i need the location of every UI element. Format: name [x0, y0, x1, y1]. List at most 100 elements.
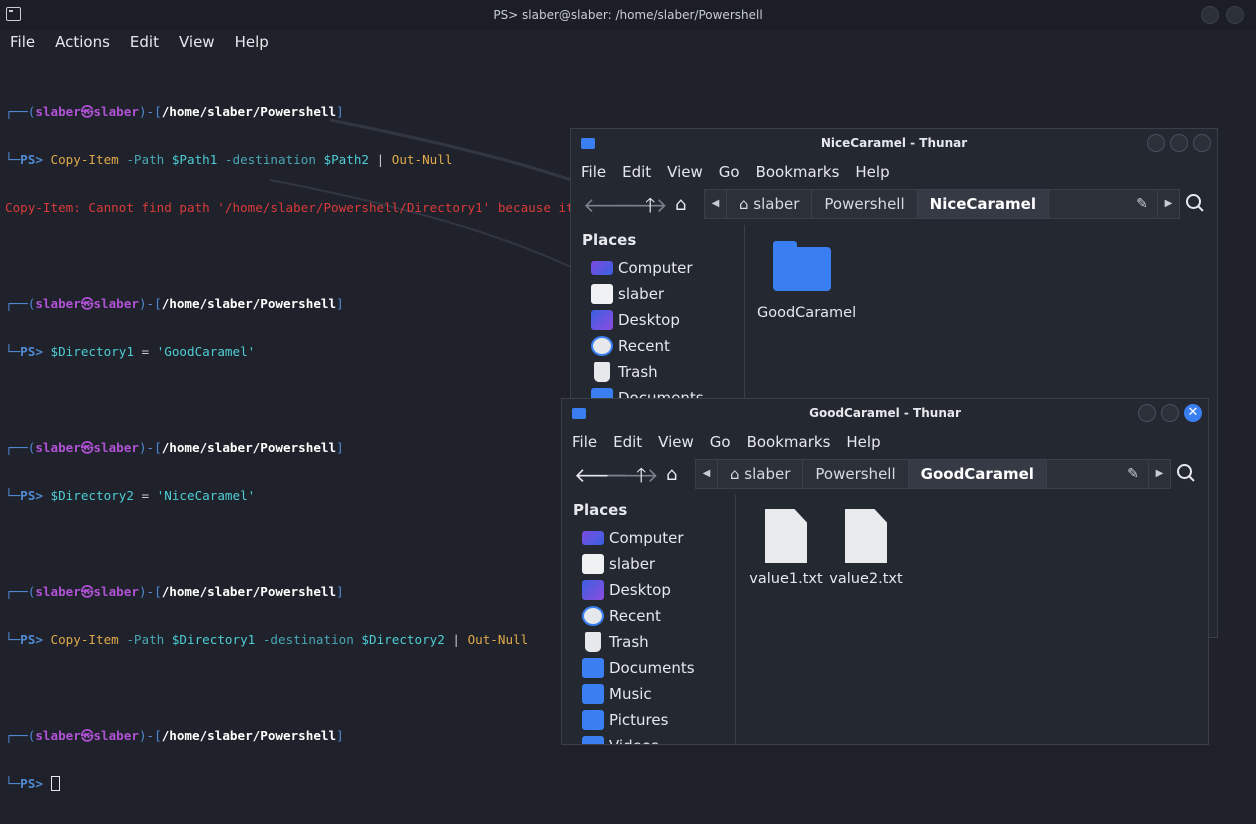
- menu-help[interactable]: Help: [838, 427, 888, 457]
- maximize-button[interactable]: [1170, 134, 1188, 152]
- text-cursor: [50, 776, 60, 791]
- minimize-button[interactable]: [1147, 134, 1165, 152]
- home-folder-icon: [582, 554, 604, 574]
- sidebar-item-documents[interactable]: Documents: [562, 655, 735, 681]
- path-scroll-left[interactable]: ◀: [696, 460, 718, 488]
- terminal-menubar: File Actions Edit View Help: [0, 30, 279, 54]
- text-file-icon: [765, 509, 807, 563]
- menu-go[interactable]: Go: [711, 157, 748, 187]
- pictures-folder-icon: [582, 710, 604, 730]
- computer-icon: [582, 531, 604, 545]
- videos-folder-icon: [582, 736, 604, 744]
- trash-icon: [594, 362, 610, 382]
- folder-icon: [773, 241, 831, 291]
- menu-view[interactable]: View: [169, 30, 225, 54]
- menu-file[interactable]: File: [571, 157, 614, 187]
- path-bar: ◀ ⌂ slaber Powershell GoodCaramel ✎ ▶: [695, 459, 1171, 489]
- path-segment-home[interactable]: ⌂ slaber: [718, 460, 804, 488]
- thunar-window-goodcaramel: GoodCaramel - Thunar ✕ File Edit View Go…: [561, 398, 1209, 745]
- titlebar: NiceCaramel - Thunar: [571, 129, 1217, 157]
- prompt-line: ┌──(slaber㉿slaber)-[/home/slaber/Powersh…: [5, 104, 344, 119]
- sidebar-item-desktop[interactable]: Desktop: [562, 577, 735, 603]
- sidebar-item-videos[interactable]: Videos: [562, 733, 735, 744]
- search-icon[interactable]: [1185, 193, 1205, 213]
- arrow-right-icon[interactable]: 🡒: [614, 193, 668, 217]
- home-folder-icon: [591, 284, 613, 304]
- close-button[interactable]: [1193, 134, 1211, 152]
- desktop-icon: [591, 310, 613, 330]
- sidebar-item-computer[interactable]: Computer: [571, 255, 744, 281]
- menu-help[interactable]: Help: [847, 157, 897, 187]
- text-file-icon: [845, 509, 887, 563]
- titlebar: GoodCaramel - Thunar ✕: [562, 399, 1208, 427]
- file-name: value2.txt: [829, 571, 903, 587]
- menu-file[interactable]: File: [0, 30, 45, 54]
- sidebar-item-music[interactable]: Music: [562, 681, 735, 707]
- home-icon[interactable]: ⌂: [675, 193, 686, 217]
- documents-folder-icon: [582, 658, 604, 678]
- minimize-button[interactable]: [1138, 404, 1156, 422]
- pencil-icon[interactable]: ✎: [1127, 190, 1157, 218]
- search-icon[interactable]: [1176, 463, 1196, 483]
- path-bar: ◀ ⌂ slaber Powershell NiceCaramel ✎ ▶: [704, 189, 1180, 219]
- menu-file[interactable]: File: [562, 427, 605, 457]
- window-title: NiceCaramel - Thunar: [820, 136, 968, 150]
- window-title: GoodCaramel - Thunar: [809, 406, 961, 420]
- path-scroll-left[interactable]: ◀: [705, 190, 727, 218]
- folder-icon: [572, 408, 586, 419]
- menu-edit[interactable]: Edit: [120, 30, 169, 54]
- menu-edit[interactable]: Edit: [605, 427, 650, 457]
- places-header: Places: [573, 501, 628, 519]
- sidebar-item-desktop[interactable]: Desktop: [571, 307, 744, 333]
- desktop-icon: [582, 580, 604, 600]
- terminal-icon: [6, 7, 21, 21]
- music-folder-icon: [582, 684, 604, 704]
- menu-bookmarks[interactable]: Bookmarks: [739, 427, 839, 457]
- sidebar-item-recent[interactable]: Recent: [562, 603, 735, 629]
- file-item[interactable]: value1.txt: [744, 509, 828, 587]
- menubar: File Edit View Go Bookmarks Help: [571, 157, 1217, 187]
- menu-help[interactable]: Help: [225, 30, 279, 54]
- home-icon[interactable]: ⌂: [666, 463, 677, 487]
- trash-icon: [585, 632, 601, 652]
- menu-view[interactable]: View: [659, 157, 711, 187]
- folder-item[interactable]: GoodCaramel: [757, 241, 856, 321]
- maximize-button[interactable]: [1161, 404, 1179, 422]
- sidebar-item-home[interactable]: slaber: [571, 281, 744, 307]
- path-segment-current[interactable]: NiceCaramel: [917, 190, 1049, 218]
- menu-bookmarks[interactable]: Bookmarks: [748, 157, 848, 187]
- path-segment-home[interactable]: ⌂ slaber: [727, 190, 813, 218]
- menubar: File Edit View Go Bookmarks Help: [562, 427, 1208, 457]
- sidebar-item-trash[interactable]: Trash: [562, 629, 735, 655]
- path-scroll-right[interactable]: ▶: [1157, 190, 1179, 218]
- sidebar-item-home[interactable]: slaber: [562, 551, 735, 577]
- sidebar-item-computer[interactable]: Computer: [562, 525, 735, 551]
- file-item[interactable]: value2.txt: [824, 509, 908, 587]
- command-line: └─PS>: [5, 776, 695, 792]
- path-segment-powershell[interactable]: Powershell: [803, 460, 909, 488]
- menu-view[interactable]: View: [650, 427, 702, 457]
- pencil-icon[interactable]: ✎: [1118, 460, 1148, 488]
- terminal-titlebar: PS> slaber@slaber: /home/slaber/Powershe…: [0, 0, 1256, 30]
- path-segment-current[interactable]: GoodCaramel: [908, 460, 1047, 488]
- arrow-up-icon[interactable]: 🡑: [636, 463, 646, 487]
- menu-go[interactable]: Go: [702, 427, 739, 457]
- arrow-up-icon[interactable]: 🡑: [645, 193, 655, 217]
- arrow-right-icon[interactable]: 🡒: [605, 463, 659, 487]
- minimize-button[interactable]: [1201, 6, 1219, 24]
- sidebar-item-recent[interactable]: Recent: [571, 333, 744, 359]
- maximize-button[interactable]: [1226, 6, 1244, 24]
- places-sidebar: Places Computer slaber Desktop Recent Tr…: [562, 495, 736, 744]
- recent-icon: [582, 606, 604, 626]
- sidebar-item-pictures[interactable]: Pictures: [562, 707, 735, 733]
- sidebar-item-trash[interactable]: Trash: [571, 359, 744, 385]
- menu-actions[interactable]: Actions: [45, 30, 120, 54]
- menu-edit[interactable]: Edit: [614, 157, 659, 187]
- toolbar: 🡐 🡒 🡑 ⌂ ◀ ⌂ slaber Powershell NiceCarame…: [571, 187, 1217, 223]
- path-scroll-right[interactable]: ▶: [1148, 460, 1170, 488]
- path-segment-powershell[interactable]: Powershell: [812, 190, 918, 218]
- folder-icon: [581, 138, 595, 149]
- toolbar: 🡐 🡒 🡑 ⌂ ◀ ⌂ slaber Powershell GoodCarame…: [562, 457, 1208, 493]
- close-button[interactable]: ✕: [1184, 404, 1202, 422]
- terminal-title: PS> slaber@slaber: /home/slaber/Powershe…: [493, 8, 763, 22]
